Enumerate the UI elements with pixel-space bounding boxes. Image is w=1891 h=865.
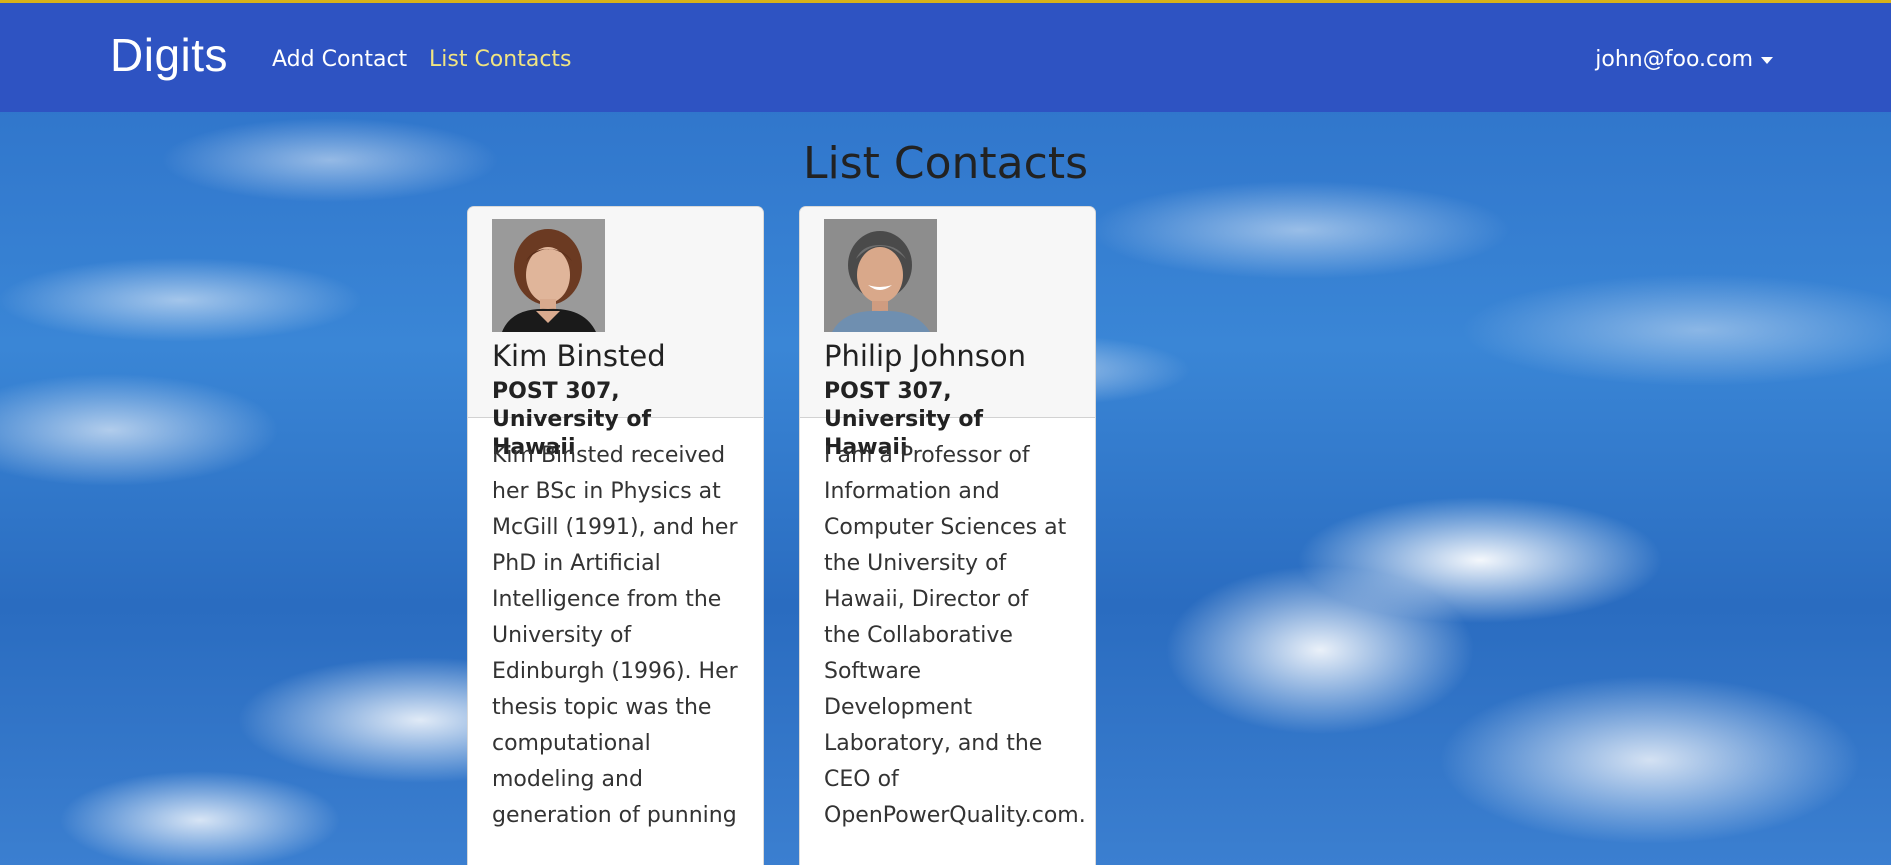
contact-name: Philip Johnson [824, 339, 1026, 373]
top-navbar: Digits Add Contact List Contacts john@fo… [0, 3, 1891, 112]
contact-description: Kim Binsted received her BSc in Physics … [492, 443, 738, 828]
nav-add-contact[interactable]: Add Contact [272, 45, 407, 75]
contact-card: Kim Binsted POST 307, University of Hawa… [467, 206, 764, 865]
card-body: I am a Professor of Information and Comp… [800, 418, 1095, 854]
contact-card: Philip Johnson POST 307, University of H… [799, 206, 1096, 865]
user-email: john@foo.com [1595, 47, 1753, 72]
card-header: Philip Johnson POST 307, University of H… [800, 207, 1095, 460]
page-title: List Contacts [802, 138, 1088, 189]
contact-name: Kim Binsted [492, 339, 666, 373]
avatar [824, 219, 937, 332]
user-dropdown[interactable]: john@foo.com [1595, 45, 1773, 75]
caret-down-icon [1761, 56, 1773, 64]
nav-list-contacts[interactable]: List Contacts [429, 45, 572, 75]
card-body: Kim Binsted received her BSc in Physics … [468, 418, 763, 854]
contact-description: I am a Professor of Information and Comp… [824, 443, 1086, 828]
avatar [492, 219, 605, 332]
brand-logo[interactable]: Digits [110, 27, 228, 83]
card-header: Kim Binsted POST 307, University of Hawa… [468, 207, 763, 460]
